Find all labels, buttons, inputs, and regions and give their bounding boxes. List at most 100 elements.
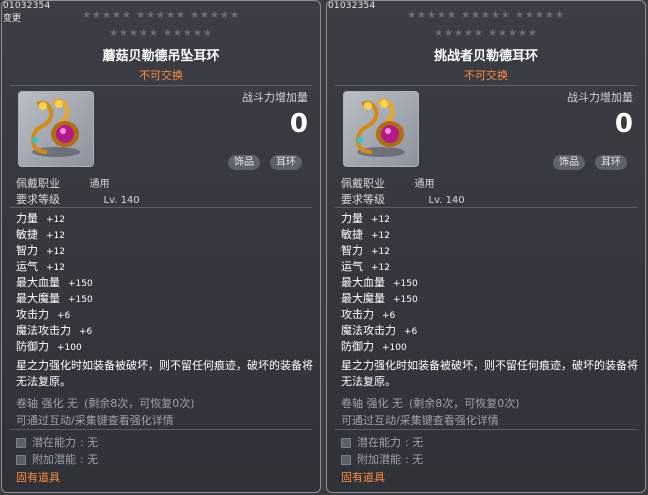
item-name: 挑战者贝勒德耳环 bbox=[433, 49, 538, 64]
stat-row: 攻击力 +6 bbox=[16, 307, 70, 323]
item-name: 蘑菇贝勒德吊坠耳环 bbox=[102, 49, 220, 64]
potential-value: : 无 bbox=[405, 436, 424, 449]
stat-value: +100 bbox=[382, 343, 407, 353]
owned-item-tag: 固有道具 bbox=[16, 471, 60, 484]
divider bbox=[10, 85, 312, 86]
stat-label: 智力 bbox=[341, 244, 363, 257]
requirement-value: Lv. 140 bbox=[103, 195, 140, 206]
stat-label: 最大血量 bbox=[341, 276, 385, 289]
divider bbox=[335, 207, 637, 208]
stat-value: +6 bbox=[404, 327, 418, 337]
category-tag-accessory: 饰品 bbox=[228, 155, 260, 170]
stat-value: +100 bbox=[57, 343, 82, 353]
item-icon-frame bbox=[343, 91, 419, 167]
potential-grade-icon bbox=[16, 438, 26, 448]
stat-label: 敏捷 bbox=[341, 228, 363, 241]
additional-potential-row: 附加潜能: 无 bbox=[341, 451, 423, 467]
item-description: 星之力强化时如装备被破坏，则不留任何痕迹，破坏的装备将无法复原。 bbox=[16, 359, 313, 388]
stat-value: +150 bbox=[393, 279, 418, 289]
requirement-value: 通用 bbox=[89, 179, 110, 190]
stat-label: 最大魔量 bbox=[16, 292, 60, 305]
stat-value: +12 bbox=[371, 215, 390, 225]
item-tooltip-left: 01032354 变更 ★★★★★ ★★★★★ ★★★★★ ★★★★★ ★★★★… bbox=[1, 0, 321, 493]
additional-potential-value: : 无 bbox=[405, 453, 424, 466]
stat-row: 防御力 +100 bbox=[341, 339, 407, 355]
stat-row: 魔法攻击力 +6 bbox=[16, 323, 92, 339]
star-force-row: ★★★★★ ★★★★★ ★★★★★ bbox=[82, 10, 240, 21]
stat-value: +12 bbox=[46, 231, 65, 241]
stat-row: 敏捷 +12 bbox=[341, 227, 390, 243]
potential-row: 潜在能力 : 无 bbox=[341, 434, 423, 450]
requirement-level: 要求等级 Lv. 140 bbox=[341, 191, 465, 207]
stat-label: 魔法攻击力 bbox=[341, 324, 396, 337]
stat-row: 运气 +12 bbox=[341, 259, 390, 275]
star-force-row: ★★★★★ ★★★★★ bbox=[434, 28, 538, 39]
requirement-job: 佩戴职业 通用 bbox=[16, 175, 110, 191]
stat-label: 智力 bbox=[16, 244, 38, 257]
combat-power-value: 0 bbox=[614, 109, 633, 139]
stat-label: 防御力 bbox=[16, 340, 49, 353]
stat-value: +150 bbox=[68, 279, 93, 289]
stat-row: 力量 +12 bbox=[16, 211, 65, 227]
stat-label: 力量 bbox=[341, 212, 363, 225]
item-icon-frame bbox=[18, 91, 94, 167]
stat-value: +6 bbox=[382, 311, 396, 321]
potential-label: 潜在能力 bbox=[357, 436, 401, 449]
stat-row: 最大血量 +150 bbox=[341, 275, 418, 291]
stat-label: 运气 bbox=[16, 260, 38, 273]
requirement-label: 佩戴职业 bbox=[16, 177, 60, 190]
upgrade-hint: 可通过互动/采集键查看强化详情 bbox=[341, 414, 499, 427]
stat-value: +12 bbox=[46, 215, 65, 225]
stat-row: 敏捷 +12 bbox=[16, 227, 65, 243]
stat-row: 最大血量 +150 bbox=[16, 275, 93, 291]
requirement-job: 佩戴职业 通用 bbox=[341, 175, 435, 191]
divider bbox=[10, 207, 312, 208]
trade-status: 不可交换 bbox=[464, 69, 508, 82]
divider bbox=[335, 429, 637, 430]
scroll-upgrade-text: 卷轴 强化 无 bbox=[341, 397, 403, 410]
additional-potential-row: 附加潜能 : 无 bbox=[16, 451, 98, 467]
star-force-row: ★★★★★ ★★★★★ ★★★★★ bbox=[407, 10, 565, 21]
earring-icon bbox=[355, 98, 405, 157]
stat-label: 攻击力 bbox=[341, 308, 374, 321]
stat-label: 防御力 bbox=[341, 340, 374, 353]
potential-label: 潜在能力 bbox=[32, 436, 76, 449]
stat-row: 智力 +12 bbox=[16, 243, 65, 259]
divider bbox=[335, 85, 637, 86]
requirement-label: 要求等级 bbox=[341, 193, 385, 206]
stat-row: 魔法攻击力 +6 bbox=[341, 323, 417, 339]
additional-potential-value: : 无 bbox=[80, 453, 99, 466]
combat-power-value: 0 bbox=[289, 109, 308, 139]
requirement-value: Lv. 140 bbox=[428, 195, 465, 206]
divider bbox=[10, 429, 312, 430]
scroll-upgrade-text: 卷轴 强化 无 bbox=[16, 397, 78, 410]
stat-value: +6 bbox=[57, 311, 71, 321]
stat-label: 运气 bbox=[341, 260, 363, 273]
earring-icon bbox=[30, 98, 80, 157]
combat-power-label: 战斗力增加量 bbox=[242, 91, 308, 104]
stat-row: 最大魔量 +150 bbox=[16, 291, 93, 307]
requirement-label: 佩戴职业 bbox=[341, 177, 385, 190]
scroll-info: 卷轴 强化 无 (剩余8次，可恢复0次) bbox=[341, 395, 520, 411]
stat-value: +150 bbox=[68, 295, 93, 305]
stat-value: +12 bbox=[371, 247, 390, 257]
stat-value: +12 bbox=[371, 263, 390, 273]
stat-row: 最大魔量 +150 bbox=[341, 291, 418, 307]
stat-value: +12 bbox=[371, 231, 390, 241]
scroll-remaining: (剩余8次，可恢复0次) bbox=[409, 397, 520, 410]
stat-label: 力量 bbox=[16, 212, 38, 225]
additional-potential-label: 附加潜能 bbox=[32, 453, 76, 466]
stat-row: 防御力 +100 bbox=[16, 339, 82, 355]
category-tag-accessory: 饰品 bbox=[553, 155, 585, 170]
stat-value: +6 bbox=[79, 327, 93, 337]
upgrade-hint: 可通过互动/采集键查看强化详情 bbox=[16, 414, 174, 427]
requirement-value: 通用 bbox=[414, 179, 435, 190]
category-tag-earring: 耳环 bbox=[270, 155, 302, 170]
stat-value: +12 bbox=[46, 263, 65, 273]
scroll-info: 卷轴 强化 无 (剩余8次，可恢复0次) bbox=[16, 395, 195, 411]
star-force-row: ★★★★★ ★★★★★ bbox=[109, 28, 213, 39]
requirement-label: 要求等级 bbox=[16, 193, 60, 206]
stat-label: 敏捷 bbox=[16, 228, 38, 241]
potential-value: : 无 bbox=[80, 436, 99, 449]
item-tooltip-right: 01032354 ★★★★★ ★★★★★ ★★★★★ ★★★★★ ★★★★★ 挑… bbox=[326, 0, 646, 493]
